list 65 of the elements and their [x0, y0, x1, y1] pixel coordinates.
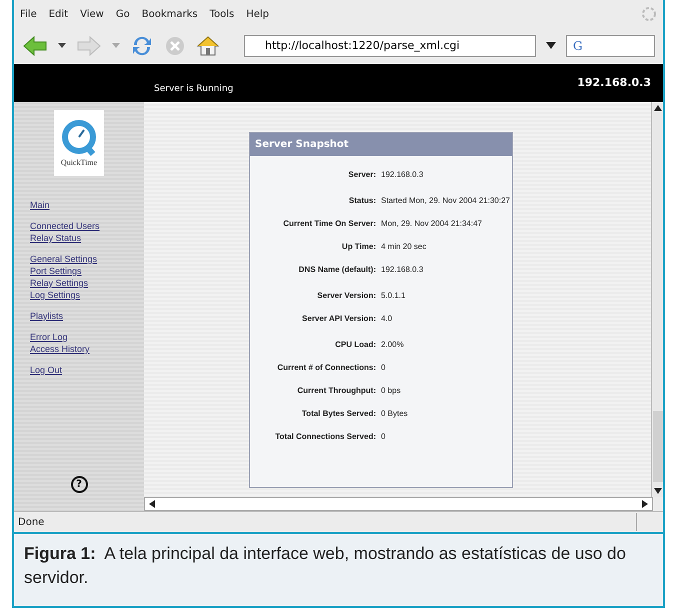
sidebar-link[interactable]: Relay Settings [30, 278, 88, 288]
throbber-icon [641, 6, 657, 22]
sidebar-link[interactable]: Log Out [30, 365, 62, 375]
field-label: Up Time: [340, 242, 376, 251]
scroll-left-icon[interactable] [149, 500, 155, 508]
field-label: Current # of Connections: [276, 363, 376, 372]
search-field[interactable]: G [566, 35, 655, 57]
menu-item[interactable]: Bookmarks [142, 8, 198, 20]
field-value: 5.0.1.1 [381, 291, 406, 300]
sidebar-link[interactable]: Access History [30, 344, 90, 354]
sidebar-link[interactable]: Relay Status [30, 233, 82, 243]
sidebar-link[interactable]: General Settings [30, 254, 98, 264]
field-value: 4 min 20 sec [381, 242, 428, 251]
dropdown-caret-icon[interactable] [58, 43, 66, 49]
sidebar-link[interactable]: Log Settings [30, 290, 80, 300]
field-label: Total Connections Served: [274, 432, 376, 441]
help-icon[interactable]: ? [70, 476, 88, 493]
menu-item[interactable]: View [80, 8, 104, 20]
reload-icon[interactable] [130, 35, 154, 57]
field-value: Started Mon, 29. Nov 2004 21:30:27 [381, 196, 511, 205]
status-text: Done [17, 516, 44, 528]
field-value: 0 [381, 432, 386, 441]
field-label: Status: [348, 196, 376, 205]
field-value: 2.00% [381, 340, 405, 349]
server-status: Server is Running [154, 84, 234, 94]
field-value: 192.168.0.3 [381, 170, 424, 179]
sidebar-link[interactable]: Main [30, 200, 50, 210]
panel-title: Server Snapshot [250, 133, 512, 156]
horizontal-scrollbar[interactable] [144, 497, 653, 511]
scrollbar-thumb[interactable] [652, 411, 662, 482]
menu-item[interactable]: File [20, 8, 37, 20]
field-value: 0 Bytes [381, 409, 409, 418]
scroll-right-icon[interactable] [642, 500, 648, 508]
sidebar-link[interactable]: Playlists [30, 311, 64, 321]
home-icon[interactable] [196, 35, 220, 57]
field-value: 192.168.0.3 [381, 265, 424, 274]
field-label: Server Version: [316, 291, 376, 300]
figure-caption: Figura 1: A tela principal da interface web, mostrando as estatísticas de uso do servidor. [14, 532, 663, 606]
q-logo-icon [62, 120, 96, 156]
sidebar-link[interactable]: Port Settings [30, 266, 82, 276]
address-field[interactable]: http://localhost:1220/parse_xml.cgi [244, 35, 536, 57]
vertical-scrollbar[interactable] [651, 102, 663, 497]
dropdown-caret-icon[interactable] [546, 42, 556, 50]
scroll-down-icon[interactable] [654, 488, 662, 494]
sidebar-link[interactable]: Connected Users [30, 221, 100, 231]
field-value: 0 [381, 363, 386, 372]
menu-item[interactable]: Go [116, 8, 130, 20]
field-label: CPU Load: [334, 340, 376, 349]
menu-item[interactable]: Help [246, 8, 270, 20]
field-value: 4.0 [381, 314, 394, 323]
menu-item[interactable]: Edit [48, 8, 68, 20]
back-arrow-icon[interactable] [22, 35, 48, 57]
server-address: 192.168.0.3 [577, 76, 651, 88]
sidebar-link[interactable]: Error Log [30, 332, 68, 342]
field-label: Current Time On Server: [282, 219, 376, 228]
field-label: Current Throughput: [296, 386, 376, 395]
field-value: Mon, 29. Nov 2004 21:34:47 [381, 219, 483, 228]
logo-text: QuickTime [60, 158, 98, 166]
field-label: Server: [347, 170, 376, 179]
menu-item[interactable]: Tools [210, 8, 234, 20]
scroll-up-icon[interactable] [654, 105, 662, 111]
field-value: 0 bps [381, 386, 402, 395]
field-label: DNS Name (default): [298, 265, 376, 274]
field-label: Total Bytes Served: [300, 409, 376, 418]
field-label: Server API Version: [301, 314, 376, 323]
